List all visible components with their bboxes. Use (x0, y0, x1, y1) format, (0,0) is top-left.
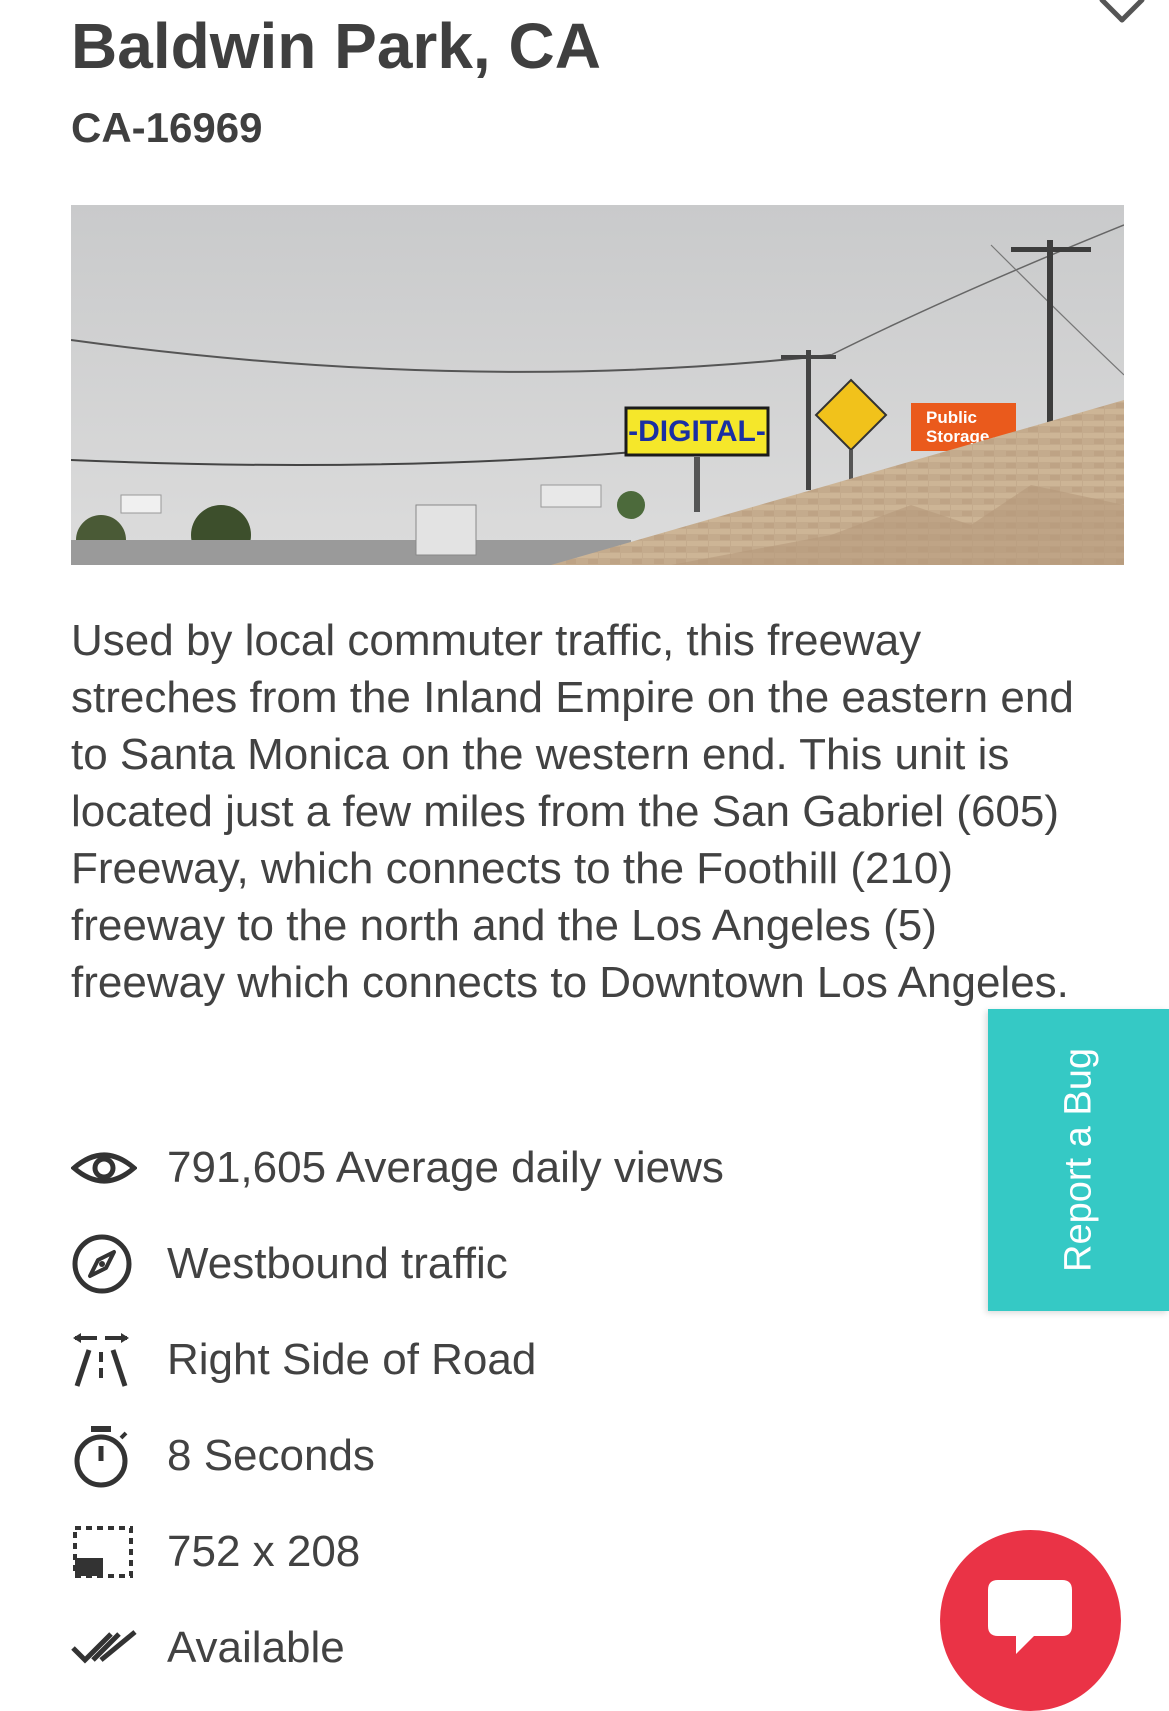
detail-availability: Available (71, 1600, 724, 1696)
detail-text: 752 x 208 (167, 1527, 361, 1576)
detail-road-side: Right Side of Road (71, 1312, 724, 1408)
listing-title: Baldwin Park, CA (71, 10, 601, 82)
listing-description: Used by local commuter traffic, this fre… (71, 616, 1074, 1007)
detail-traffic: Westbound traffic (71, 1216, 724, 1312)
detail-text: 8 Seconds (167, 1431, 375, 1480)
close-button[interactable] (1098, 0, 1146, 26)
dimensions-icon (71, 1517, 141, 1587)
detail-text: Westbound traffic (167, 1239, 508, 1288)
compass-icon (71, 1229, 141, 1299)
eye-icon (71, 1133, 141, 1203)
detail-duration: 8 Seconds (71, 1408, 724, 1504)
chat-button[interactable] (940, 1530, 1121, 1711)
road-side-icon (71, 1325, 141, 1395)
detail-views: 791,605 Average daily views (71, 1120, 724, 1216)
billboard-text: -DIGITAL- (628, 415, 766, 448)
close-icon (1099, 0, 1145, 23)
detail-list: 791,605 Average daily views Westbound tr… (71, 1120, 724, 1696)
report-bug-label: Report a Bug (1057, 1048, 1099, 1272)
svg-text:Public: Public (926, 408, 977, 427)
chat-bubble-icon (988, 1580, 1072, 1654)
detail-text: 791,605 Average daily views (167, 1143, 724, 1192)
listing-code: CA-16969 (71, 104, 263, 151)
detail-dimensions: 752 x 208 (71, 1504, 724, 1600)
detail-text: Right Side of Road (167, 1335, 537, 1384)
billboard-photo: -DIGITAL- Public Storage (71, 205, 1124, 565)
stopwatch-icon (71, 1421, 141, 1491)
report-bug-button[interactable]: Report a Bug (988, 1009, 1169, 1311)
detail-text: Available (167, 1623, 345, 1672)
double-check-icon (71, 1613, 141, 1683)
